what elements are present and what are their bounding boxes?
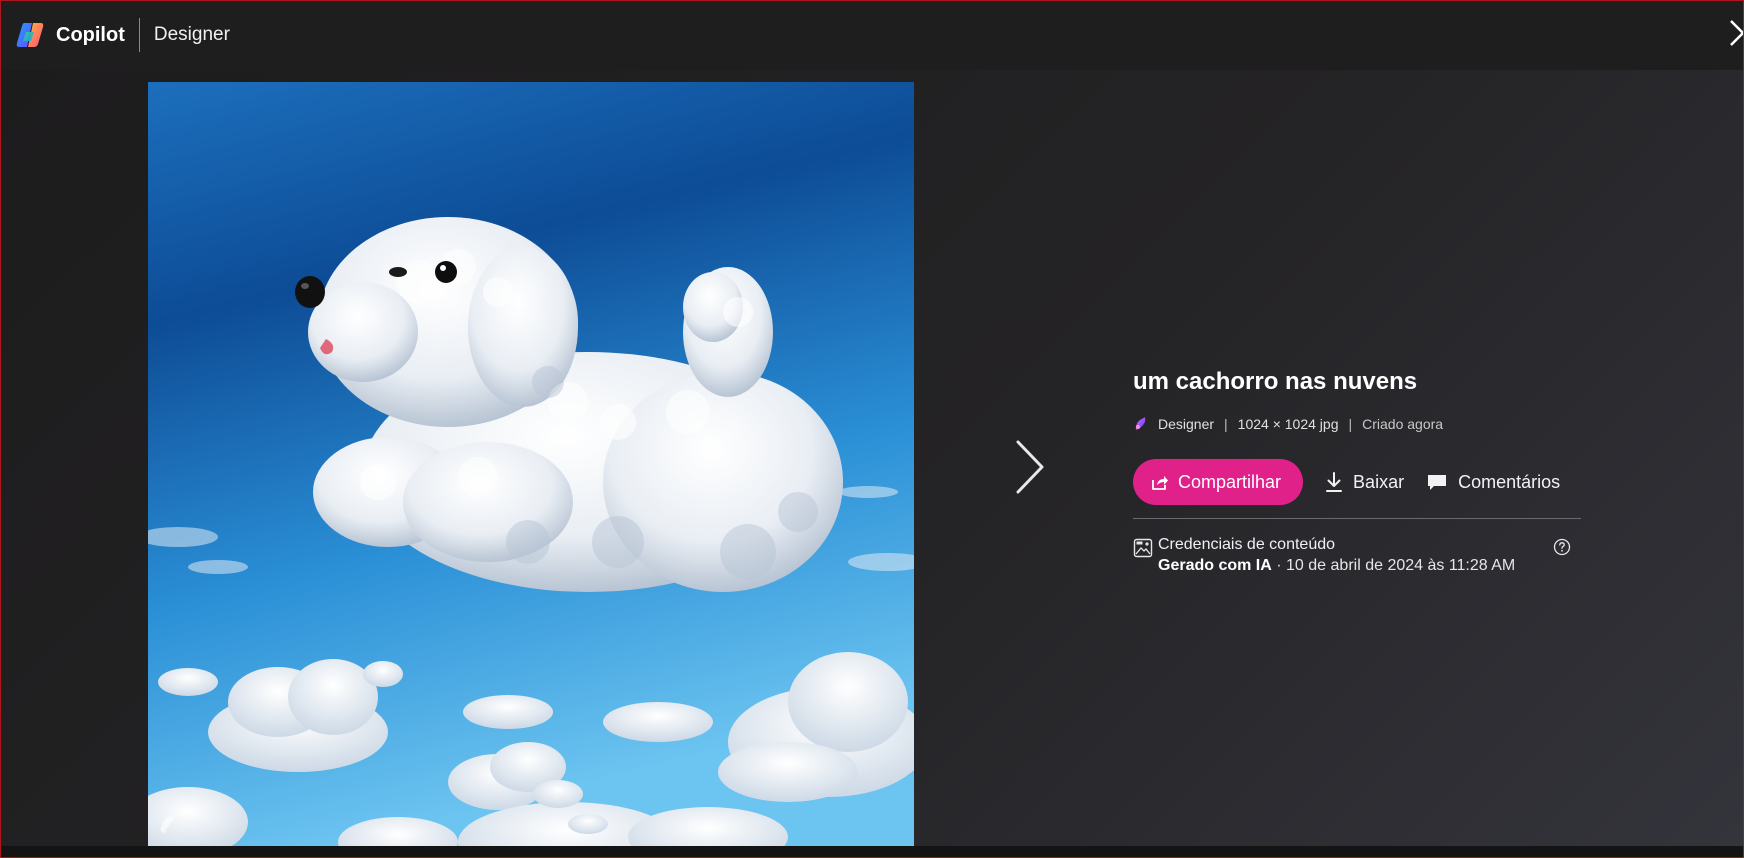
top-bar: Copilot Designer xyxy=(0,0,1744,70)
image-title: um cachorro nas nuvens xyxy=(1133,368,1418,395)
content-credentials-icon xyxy=(1133,538,1153,558)
download-label: Baixar xyxy=(1353,471,1405,492)
download-icon xyxy=(1326,472,1343,492)
designer-icon xyxy=(1135,417,1146,430)
credentials-label: Credenciais de conteúdo xyxy=(1158,536,1336,553)
help-icon[interactable] xyxy=(1553,538,1571,556)
cloud-dog-image xyxy=(148,82,914,847)
chevron-right-icon[interactable] xyxy=(1005,432,1055,502)
meta-separator: | xyxy=(1348,416,1353,432)
created-label: Criado agora xyxy=(1362,416,1444,432)
generated-image[interactable] xyxy=(148,82,914,847)
brand-divider xyxy=(138,18,140,52)
comment-icon xyxy=(1428,475,1447,490)
meta-separator: | xyxy=(1224,416,1228,432)
app-name: Copilot xyxy=(56,23,125,46)
image-meta: Designer | 1024 × 1024 jpg | Criado agor… xyxy=(1133,414,1443,434)
bottom-scroll-bar xyxy=(0,846,1744,858)
product-name: Designer xyxy=(153,24,230,45)
brand[interactable]: Copilot Designer xyxy=(15,18,230,52)
dimensions-label: 1024 × 1024 jpg xyxy=(1237,416,1339,432)
share-icon xyxy=(1152,476,1168,490)
generated-with-ai-label: Gerado com IA xyxy=(1158,557,1272,574)
download-button[interactable]: Baixar xyxy=(1325,471,1404,493)
content-credentials: Credenciais de conteúdo Gerado com IA · … xyxy=(1133,536,1581,580)
share-label: Compartilhar xyxy=(1178,471,1282,492)
copilot-logo-icon xyxy=(16,23,44,47)
details-divider xyxy=(1133,518,1581,519)
comments-button[interactable]: Comentários xyxy=(1426,472,1560,493)
comments-label: Comentários xyxy=(1458,471,1561,492)
share-button[interactable]: Compartilhar xyxy=(1133,459,1304,505)
action-row: Compartilhar Baixar Comentários xyxy=(1133,459,1560,505)
close-icon[interactable] xyxy=(1728,18,1744,48)
credentials-detail: Gerado com IA · 10 de abril de 2024 às 1… xyxy=(1158,557,1515,575)
source-label: Designer xyxy=(1158,416,1215,432)
viewer-area: um cachorro nas nuvens Designer | 1024 ×… xyxy=(0,70,1744,858)
generated-date: · 10 de abril de 2024 às 11:28 AM xyxy=(1271,557,1516,574)
